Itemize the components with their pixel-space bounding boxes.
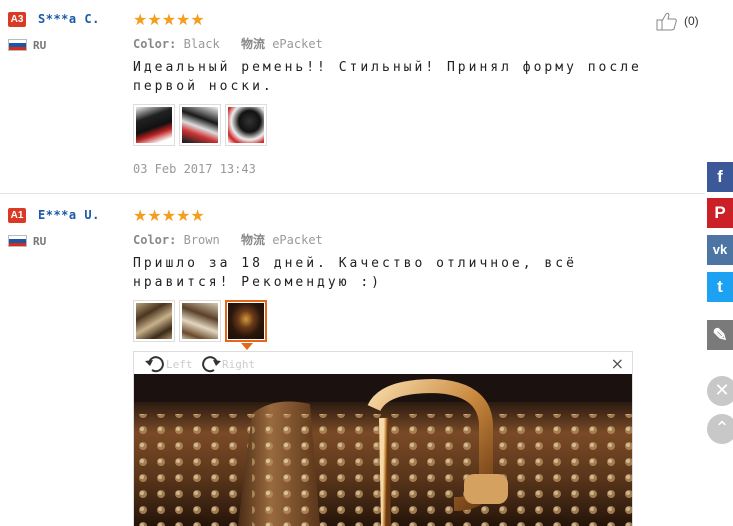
review-photo-thumbnail[interactable] xyxy=(179,104,221,146)
review-photo-thumbnail-selected[interactable] xyxy=(225,300,267,342)
buyer-name: E***a U. xyxy=(38,208,100,222)
helpful-button[interactable]: (0) xyxy=(656,11,702,31)
review-photo-thumbnail[interactable] xyxy=(133,104,175,146)
close-share-bar-button[interactable]: ✕ xyxy=(707,376,733,406)
buyer-country: RU xyxy=(33,235,47,248)
shipping-label: 物流 xyxy=(240,37,265,51)
scroll-to-top-button[interactable]: ⌃ xyxy=(707,414,733,444)
brown-belt-buckle-image xyxy=(134,374,632,526)
rotate-right-button[interactable]: Right xyxy=(200,355,260,373)
pinterest-share-button[interactable]: P xyxy=(707,198,733,228)
rotate-left-button[interactable]: Left xyxy=(144,355,196,373)
color-value: Brown xyxy=(183,233,220,247)
rotate-right-icon xyxy=(202,356,221,373)
review-text: Идеальный ремень!! Стильный! Принял форм… xyxy=(133,60,642,94)
shipping-value: ePacket xyxy=(272,233,323,247)
review-text: Пришло за 18 дней. Качество отличное, вс… xyxy=(133,256,577,290)
russia-flag-icon xyxy=(8,235,27,247)
color-label: Color: xyxy=(133,233,177,247)
buyer-level-badge: A3 xyxy=(8,12,26,27)
rotate-right-label: Right xyxy=(222,358,256,371)
rotate-left-icon xyxy=(145,356,164,373)
order-info: Color: Black 物流 ePacket xyxy=(133,35,323,52)
photo-viewer: Left Right × xyxy=(133,351,633,526)
vk-share-button[interactable]: vk xyxy=(707,235,733,265)
russia-flag-icon xyxy=(8,39,27,51)
photo-viewer-toolbar: Left Right × xyxy=(134,352,632,374)
review-photo-large xyxy=(134,374,632,526)
review-photo-thumbnail[interactable] xyxy=(179,300,221,342)
buyer-level-badge: A1 xyxy=(8,208,26,223)
close-viewer-button[interactable]: × xyxy=(611,354,624,373)
star-rating: ★★★★★ xyxy=(133,10,205,29)
facebook-share-button[interactable]: f xyxy=(707,162,733,192)
star-rating: ★★★★★ xyxy=(133,206,205,225)
helpful-count: (0) xyxy=(684,14,699,28)
shipping-value: ePacket xyxy=(272,37,323,51)
buyer-name: S***a C. xyxy=(38,12,100,26)
thumbs-up-icon xyxy=(656,12,677,31)
shipping-label: 物流 xyxy=(240,233,265,247)
twitter-share-button[interactable]: t xyxy=(707,272,733,302)
buyer-country: RU xyxy=(33,39,47,52)
selected-thumbnail-indicator xyxy=(241,343,253,350)
order-info: Color: Brown 物流 ePacket xyxy=(133,231,323,248)
review-photo-thumbnail[interactable] xyxy=(225,104,267,146)
rotate-left-label: Left xyxy=(166,358,193,371)
review-item: A3 S***a C. RU ★★★★★ Color: Black 物流 ePa… xyxy=(0,0,705,194)
review-photo-thumbnail[interactable] xyxy=(133,300,175,342)
edit-button[interactable]: ✎ xyxy=(707,320,733,350)
color-label: Color: xyxy=(133,37,177,51)
color-value: Black xyxy=(183,37,220,51)
review-date: 03 Feb 2017 13:43 xyxy=(133,162,256,176)
